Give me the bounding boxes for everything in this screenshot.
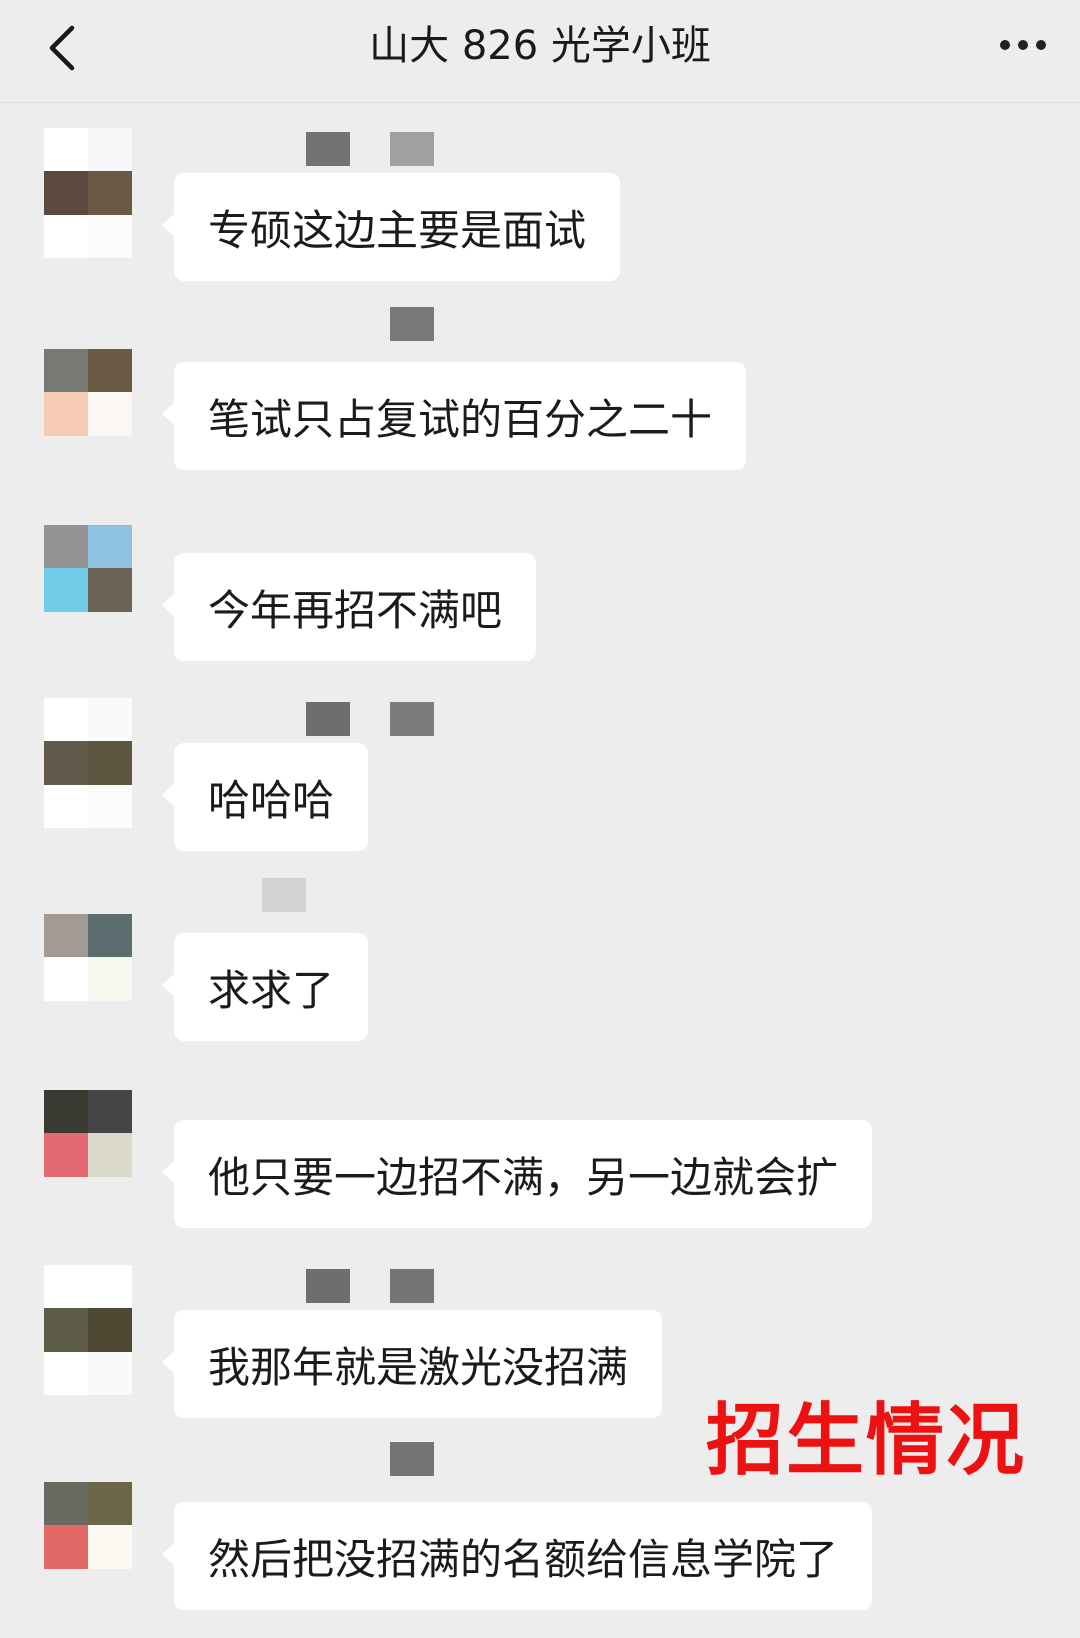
- sender-name-blurred: [306, 132, 434, 166]
- sender-name-pixel: [390, 1269, 434, 1303]
- avatar[interactable]: [44, 1265, 132, 1395]
- avatar-pixel: [44, 568, 88, 612]
- sender-name-blurred: [306, 1442, 434, 1476]
- avatar-pixel: [88, 128, 132, 172]
- avatar-pixel: [44, 1568, 88, 1612]
- message-bubble[interactable]: 笔试只占复试的百分之二十: [161, 362, 747, 470]
- message-bubble[interactable]: 专硕这边主要是面试: [161, 173, 621, 281]
- avatar-pixel: [44, 128, 88, 172]
- avatar-pixel: [44, 611, 88, 655]
- avatar-pixel: [44, 435, 88, 479]
- message-text: 专硕这边主要是面试: [208, 205, 587, 255]
- avatar-pixel: [88, 1568, 132, 1612]
- avatar-pixel: [88, 1176, 132, 1220]
- avatar-pixel: [88, 435, 132, 479]
- avatar-pixel: [44, 1308, 88, 1352]
- message-text: 然后把没招满的名额给信息学院了: [208, 1534, 839, 1584]
- avatar-pixel: [44, 1000, 88, 1044]
- avatar-pixel: [88, 784, 132, 828]
- message-text: 他只要一边招不满，另一边就会扩: [208, 1152, 839, 1202]
- sender-name-blurred: [306, 307, 434, 341]
- avatar-pixel: [44, 784, 88, 828]
- message-bubble[interactable]: 我那年就是激光没招满: [161, 1310, 663, 1418]
- sender-name-pixel: [390, 132, 434, 166]
- message-text: 我那年就是激光没招满: [208, 1342, 629, 1392]
- message-text: 今年再招不满吧: [208, 585, 503, 635]
- avatar[interactable]: [44, 128, 132, 258]
- overlay-caption: 招生情况: [706, 1396, 1027, 1486]
- sender-name-pixel: [306, 1269, 350, 1303]
- avatar-pixel: [44, 698, 88, 742]
- message-text: 哈哈哈: [208, 775, 335, 825]
- avatar[interactable]: [44, 1482, 132, 1612]
- avatar-pixel: [88, 611, 132, 655]
- avatar[interactable]: [44, 525, 132, 655]
- avatar-pixel: [88, 1308, 132, 1352]
- more-icon-dot: [1000, 40, 1010, 50]
- avatar-pixel: [88, 1133, 132, 1177]
- avatar-pixel: [44, 214, 88, 258]
- sender-name-pixel: [306, 307, 350, 341]
- message-bubble[interactable]: 然后把没招满的名额给信息学院了: [161, 1502, 873, 1610]
- sender-name-blurred: [306, 702, 434, 736]
- chat-header: 山大 826 光学小班: [0, 0, 1080, 103]
- avatar-pixel: [44, 741, 88, 785]
- avatar-pixel: [88, 392, 132, 436]
- avatar-pixel: [44, 1090, 88, 1134]
- avatar-pixel: [44, 914, 88, 958]
- chat-title: 山大 826 光学小班: [369, 23, 711, 69]
- message-bubble[interactable]: 求求了: [161, 933, 369, 1041]
- sender-name-pixel: [306, 132, 350, 166]
- avatar-pixel: [44, 957, 88, 1001]
- avatar-pixel: [44, 392, 88, 436]
- message-text: 求求了: [208, 965, 335, 1015]
- sender-name-blurred: [262, 878, 306, 912]
- sender-name-pixel: [390, 307, 434, 341]
- avatar-pixel: [44, 1351, 88, 1395]
- message-text: 笔试只占复试的百分之二十: [208, 394, 713, 444]
- sender-name-pixel: [306, 1442, 350, 1476]
- avatar-pixel: [88, 1482, 132, 1526]
- avatar[interactable]: [44, 914, 132, 1044]
- sender-name-pixel: [390, 1442, 434, 1476]
- sender-name-pixel: [262, 878, 306, 912]
- more-icon-dot: [1036, 40, 1046, 50]
- more-icon-dot: [1018, 40, 1028, 50]
- avatar-pixel: [44, 1133, 88, 1177]
- more-options-button[interactable]: [988, 20, 1058, 70]
- avatar-pixel: [88, 1525, 132, 1569]
- avatar-pixel: [88, 698, 132, 742]
- message-bubble[interactable]: 哈哈哈: [161, 743, 369, 851]
- sender-name-blurred: [306, 1269, 434, 1303]
- sender-name-pixel: [390, 702, 434, 736]
- avatar-pixel: [88, 1090, 132, 1134]
- avatar[interactable]: [44, 349, 132, 479]
- avatar[interactable]: [44, 698, 132, 828]
- avatar[interactable]: [44, 1090, 132, 1220]
- message-bubble[interactable]: 他只要一边招不满，另一边就会扩: [161, 1120, 873, 1228]
- avatar-pixel: [44, 1482, 88, 1526]
- avatar-pixel: [44, 171, 88, 215]
- avatar-pixel: [88, 171, 132, 215]
- message-bubble[interactable]: 今年再招不满吧: [161, 553, 537, 661]
- avatar-pixel: [88, 349, 132, 393]
- sender-name-pixel: [306, 702, 350, 736]
- avatar-pixel: [88, 914, 132, 958]
- avatar-pixel: [88, 568, 132, 612]
- avatar-pixel: [44, 349, 88, 393]
- avatar-pixel: [88, 1351, 132, 1395]
- avatar-pixel: [88, 741, 132, 785]
- avatar-pixel: [88, 1265, 132, 1309]
- avatar-pixel: [44, 1265, 88, 1309]
- avatar-pixel: [88, 957, 132, 1001]
- avatar-pixel: [88, 1000, 132, 1044]
- avatar-pixel: [44, 1176, 88, 1220]
- avatar-pixel: [88, 525, 132, 569]
- avatar-pixel: [88, 214, 132, 258]
- avatar-pixel: [44, 525, 88, 569]
- avatar-pixel: [44, 1525, 88, 1569]
